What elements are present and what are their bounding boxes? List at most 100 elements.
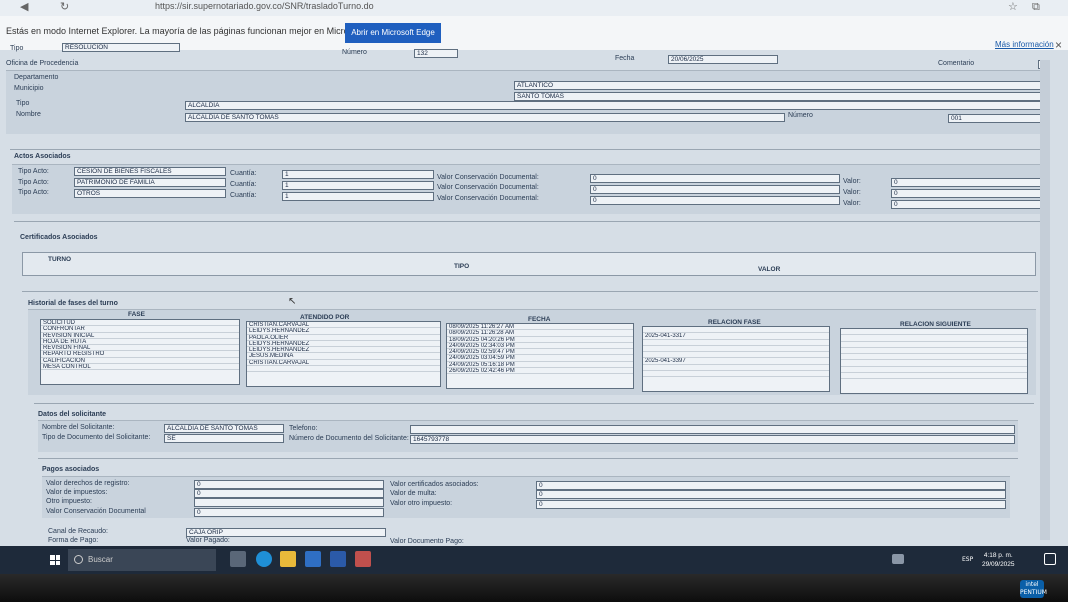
acto-valor-field: 0: [891, 189, 1043, 198]
atendido-column: CRISTIAN.CARVAJAL LEIDYS.HERNANDEZ PAOLA.O…: [246, 321, 441, 387]
impuestos-label: Valor de impuestos:: [46, 489, 108, 496]
taskbar: Buscar ESP 4:18 p. m. 29/09/2025: [0, 546, 1068, 574]
historial-cell: [643, 371, 829, 378]
divider: [34, 403, 1034, 404]
more-info-link[interactable]: Más información: [995, 40, 1054, 49]
otro-impuesto-label: Otro impuesto:: [46, 498, 92, 505]
telefono-label: Telefono:: [289, 425, 318, 432]
certificados-valor-label: Valor certificados asociados:: [390, 481, 479, 488]
acto-vcd-label: Valor Conservación Documental:: [437, 195, 539, 202]
proc-numero-field: 001: [948, 114, 1048, 123]
clock[interactable]: 4:18 p. m. 29/09/2025: [982, 551, 1015, 569]
tipo-header: TIPO: [454, 263, 470, 270]
solicitante-title: Datos del solicitante: [38, 411, 107, 418]
departamento-label: Departamento: [14, 74, 59, 81]
acto-tipo-field: CESION DE BIENES FISCALES: [74, 167, 226, 176]
taskbar-search[interactable]: Buscar: [68, 549, 216, 571]
page-scrollbar[interactable]: [1040, 60, 1050, 540]
close-icon[interactable]: ×: [1055, 38, 1062, 52]
acto-valor-label: Valor:: [843, 200, 861, 207]
monitor-bezel: intel PENTIUM: [0, 574, 1068, 602]
acto-vcd-label: Valor Conservación Documental:: [437, 174, 539, 181]
acto-tipo-label: Tipo Acto:: [18, 189, 49, 196]
nombre-solicitante-field: ALCALDIA DE SANTO TOMAS: [164, 424, 284, 433]
relacion-fase-column: 2025-041-3317 2025-041-3397: [642, 326, 830, 392]
acto-tipo-field: PATRIMONIO DE FAMILIA: [74, 178, 226, 187]
acto-vcd-field: 0: [590, 185, 840, 194]
procedencia-title: Oficina de Procedencia: [6, 60, 79, 67]
pagos-vcd-field: 0: [194, 508, 384, 517]
task-view-icon[interactable]: [230, 551, 246, 567]
valor-header: VALOR: [758, 266, 781, 273]
divider: [22, 291, 1038, 292]
word-icon[interactable]: [330, 551, 346, 567]
fecha-label: Fecha: [615, 55, 635, 62]
language-indicator[interactable]: ESP: [962, 556, 973, 563]
impuestos-field: 0: [194, 489, 384, 498]
acto-cuantia-label: Cuantía:: [230, 192, 257, 199]
historial-cell: MESA CONTROL: [41, 364, 239, 371]
municipio-label: Municipio: [14, 85, 44, 92]
valor-pagado-label: Valor Pagado:: [186, 537, 230, 544]
tipodoc-label: Tipo de Documento del Solicitante:: [42, 434, 151, 441]
comentario-label: Comentario: [938, 60, 975, 67]
acto-valor-field: 0: [891, 200, 1043, 209]
historial-cell: 26/09/2025 02:42:46 PM: [447, 368, 633, 375]
proc-tipo-field: ALCALDIA: [185, 101, 1048, 110]
screen: ◀ ↻ https://sir.supernotariado.gov.co/SN…: [0, 0, 1068, 574]
certificados-valor-field: 0: [536, 481, 1006, 490]
edge-icon[interactable]: [256, 551, 272, 567]
mouse-cursor-icon: ↖: [288, 296, 297, 307]
divider: [14, 221, 1040, 222]
forma-label: Forma de Pago:: [48, 537, 99, 544]
valor-doc-label: Valor Documento Pago:: [390, 538, 464, 545]
refresh-icon[interactable]: ↻: [60, 0, 69, 13]
pagos-title: Pagos asociados: [42, 466, 100, 473]
notifications-icon[interactable]: [1044, 553, 1056, 565]
acto-valor-label: Valor:: [843, 178, 861, 185]
collections-icon[interactable]: ⧉: [1032, 0, 1040, 14]
historial-cell: [247, 366, 440, 373]
tipodoc-field: SE: [164, 434, 284, 443]
mail-icon[interactable]: [305, 551, 321, 567]
certificados-table: [22, 252, 1036, 276]
intel-sticker: intel PENTIUM: [1020, 580, 1047, 598]
municipio-field: SANTO TOMAS: [514, 92, 1048, 101]
favorites-icon[interactable]: ☆: [1008, 0, 1018, 13]
file-explorer-icon[interactable]: [280, 551, 296, 567]
ie-mode-message: Estás en modo Internet Explorer. La mayo…: [6, 26, 390, 36]
historial-title: Historial de fases del turno: [28, 300, 118, 307]
fecha-field: 20/06/2025: [668, 55, 778, 64]
address-bar[interactable]: ◀ ↻ https://sir.supernotariado.gov.co/SN…: [0, 0, 1068, 16]
acto-vcd-field: 0: [590, 196, 840, 205]
fase-header: FASE: [128, 311, 145, 318]
relacion-siguiente-column: [840, 328, 1028, 394]
acto-cuantia-field: 1: [282, 170, 434, 179]
back-icon[interactable]: ◀: [20, 0, 28, 13]
acto-tipo-label: Tipo Acto:: [18, 179, 49, 186]
proc-numero-label: Número: [788, 112, 813, 119]
nombre-solicitante-label: Nombre del Solicitante:: [42, 424, 115, 431]
proc-nombre-label: Nombre: [16, 111, 41, 118]
divider: [10, 149, 1040, 150]
sticker-brand: intel: [1025, 581, 1039, 588]
pagos-vcd-label: Valor Conservación Documental: [46, 508, 146, 515]
departamento-field: ATLANTICO: [514, 81, 1048, 90]
open-in-edge-button[interactable]: Abrir en Microsoft Edge: [345, 23, 441, 43]
acto-cuantia-field: 1: [282, 192, 434, 201]
numero-label: Número: [342, 49, 367, 56]
tipo-field: RESOLUCION: [62, 43, 180, 52]
url-text[interactable]: https://sir.supernotariado.gov.co/SNR/tr…: [155, 1, 374, 11]
app-icon[interactable]: [355, 551, 371, 567]
tipo-label: Tipo: [10, 45, 24, 52]
canal-label: Canal de Recaudo:: [48, 528, 108, 535]
numdoc-field: 1645793778: [410, 435, 1015, 444]
numero-field: 132: [414, 49, 458, 58]
acto-vcd-label: Valor Conservación Documental:: [437, 184, 539, 191]
keyboard-icon[interactable]: [892, 554, 904, 564]
acto-cuantia-field: 1: [282, 181, 434, 190]
derechos-field: 0: [194, 480, 384, 489]
acto-cuantia-label: Cuantía:: [230, 170, 257, 177]
windows-start-icon[interactable]: [50, 555, 60, 565]
proc-nombre-field: ALCALDIA DE SANTO TOMAS: [185, 113, 785, 122]
